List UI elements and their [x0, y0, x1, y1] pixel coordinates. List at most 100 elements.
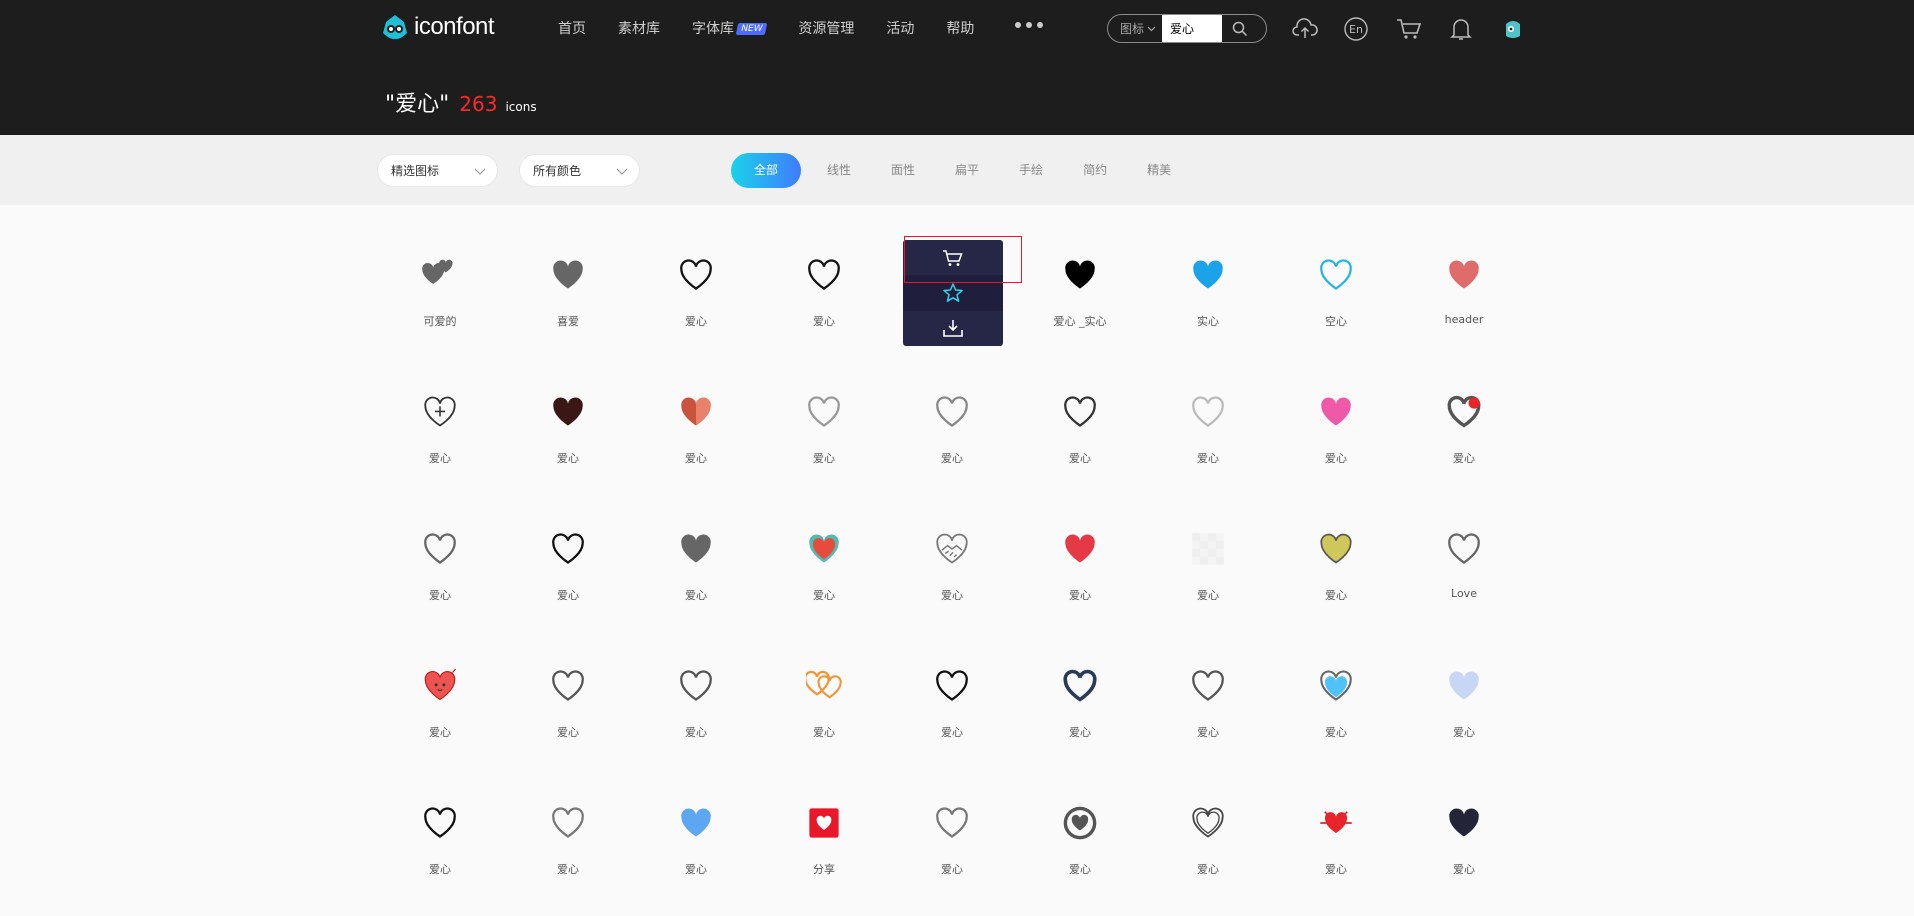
- cart-icon[interactable]: [1394, 14, 1424, 44]
- icon-card[interactable]: 爱心: [1016, 641, 1144, 778]
- icon-label: 爱心: [1197, 452, 1219, 465]
- nav-activity[interactable]: 活动: [886, 18, 914, 38]
- icon-card[interactable]: 爱心: [1144, 367, 1272, 504]
- filter-bar: 精选图标 所有颜色 全部 线性 面性 扁平 手绘 简约 精美: [0, 135, 1914, 205]
- favorite-button[interactable]: [903, 275, 1003, 311]
- tab-flat[interactable]: 扁平: [955, 153, 979, 188]
- icon-card[interactable]: 爱心: [632, 778, 760, 915]
- search-icon: [1232, 21, 1248, 36]
- icon-label: 爱心: [813, 315, 835, 328]
- icon-label: 爱心: [685, 589, 707, 602]
- icon-card[interactable]: header: [1400, 230, 1528, 367]
- icon-card[interactable]: 空心: [1272, 230, 1400, 367]
- tab-all[interactable]: 全部: [731, 153, 801, 188]
- icon-card[interactable]: 爱心: [504, 778, 632, 915]
- nav-library[interactable]: 素材库: [618, 18, 660, 38]
- icon-card[interactable]: 可爱的: [376, 230, 504, 367]
- more-menu-icon[interactable]: [1015, 22, 1043, 28]
- icon-card[interactable]: 爱心: [1016, 367, 1144, 504]
- nav-help[interactable]: 帮助: [946, 18, 974, 38]
- icon-label: 爱心: [685, 452, 707, 465]
- download-button[interactable]: [903, 311, 1003, 346]
- heart-icon: [1062, 394, 1098, 430]
- search-input[interactable]: [1162, 15, 1223, 42]
- heart-icon: [1190, 531, 1226, 567]
- icon-label: Love: [1451, 587, 1477, 600]
- icon-label: 爱心: [1197, 726, 1219, 739]
- icon-card[interactable]: 爱心: [1144, 504, 1272, 641]
- language-en-icon[interactable]: En: [1341, 14, 1371, 44]
- nav-fonts[interactable]: 字体库 NEW: [692, 18, 768, 38]
- icon-card[interactable]: 爱心: [632, 504, 760, 641]
- add-to-cart-button[interactable]: [903, 240, 1003, 275]
- icon-card[interactable]: 爱心: [888, 367, 1016, 504]
- tab-fill[interactable]: 面性: [891, 153, 915, 188]
- search-button[interactable]: [1222, 15, 1258, 42]
- icon-card[interactable]: 爱心: [376, 641, 504, 778]
- icon-card[interactable]: 爱心: [504, 504, 632, 641]
- icon-card[interactable]: 爱心: [1400, 641, 1528, 778]
- icon-card[interactable]: 爱心: [504, 641, 632, 778]
- icon-card[interactable]: 爱心: [760, 504, 888, 641]
- color-filter[interactable]: 所有颜色: [519, 154, 640, 187]
- icon-label: 爱心: [1069, 452, 1091, 465]
- icon-card[interactable]: 爱心: [888, 778, 1016, 915]
- search-result-title: "爱心" 263 icons: [385, 86, 537, 118]
- top-header: iconfont 首页 素材库 字体库NEW 资源管理 活动 帮助 图标 En …: [0, 0, 1914, 135]
- tab-handdrawn[interactable]: 手绘: [1019, 153, 1043, 188]
- nav-home[interactable]: 首页: [558, 18, 586, 38]
- tab-simple[interactable]: 简约: [1083, 153, 1107, 188]
- icon-label: 爱心: [941, 452, 963, 465]
- heart-icon: [806, 531, 842, 567]
- icon-card[interactable]: 爱心: [888, 504, 1016, 641]
- icon-card[interactable]: 爱心: [1144, 641, 1272, 778]
- icon-card[interactable]: 爱心: [888, 641, 1016, 778]
- icon-card[interactable]: 爱心: [1016, 504, 1144, 641]
- style-tabs: 全部 线性 面性 扁平 手绘 简约 精美: [731, 153, 1211, 188]
- icon-card[interactable]: 爱心: [1400, 367, 1528, 504]
- icon-card[interactable]: 爱心: [1016, 778, 1144, 915]
- icon-card[interactable]: 爱心: [760, 641, 888, 778]
- icon-label: 爱心: [941, 863, 963, 876]
- heart-icon: [1062, 805, 1098, 841]
- user-avatar[interactable]: [1498, 14, 1528, 44]
- logo[interactable]: iconfont: [380, 12, 495, 42]
- icon-card[interactable]: 分享: [760, 778, 888, 915]
- icon-card[interactable]: 爱心: [376, 504, 504, 641]
- icon-card[interactable]: 喜爱: [504, 230, 632, 367]
- tab-line[interactable]: 线性: [827, 153, 851, 188]
- icon-card[interactable]: 爱心: [1272, 504, 1400, 641]
- icon-label: 爱心: [685, 863, 707, 876]
- icon-card[interactable]: Love: [1400, 504, 1528, 641]
- icon-card[interactable]: 爱心: [376, 778, 504, 915]
- selection-filter-label: 精选图标: [391, 164, 440, 178]
- icon-card[interactable]: 爱心: [1272, 778, 1400, 915]
- icon-card[interactable]: 实心: [1144, 230, 1272, 367]
- icon-label: 爱心: [1453, 452, 1475, 465]
- icon-card[interactable]: 爱心: [376, 367, 504, 504]
- icon-label: 爱心: [1453, 726, 1475, 739]
- icon-card[interactable]: 爱心: [760, 367, 888, 504]
- bell-icon[interactable]: [1446, 14, 1476, 44]
- search-type-select[interactable]: 图标: [1108, 15, 1162, 42]
- icon-card[interactable]: 爱心: [632, 230, 760, 367]
- icon-card[interactable]: 爱心 _实心: [1016, 230, 1144, 367]
- icon-label: 爱心: [557, 863, 579, 876]
- icon-card[interactable]: 爱心: [1400, 778, 1528, 915]
- icon-label: 爱心: [1197, 589, 1219, 602]
- icon-card[interactable]: 爱心: [1144, 778, 1272, 915]
- tab-fine[interactable]: 精美: [1147, 153, 1171, 188]
- nav-resources[interactable]: 资源管理: [798, 18, 854, 38]
- icon-label: 爱心: [941, 589, 963, 602]
- icon-card[interactable]: 爱心: [760, 230, 888, 367]
- icon-card[interactable]: 爱心: [504, 367, 632, 504]
- icon-card[interactable]: 爱心: [1272, 367, 1400, 504]
- icon-label: 爱心: [557, 726, 579, 739]
- icon-card[interactable]: 爱心: [632, 641, 760, 778]
- heart-icon: [422, 531, 458, 567]
- icon-card[interactable]: 爱心: [632, 367, 760, 504]
- upload-cloud-icon[interactable]: [1290, 14, 1320, 44]
- icon-label: 爱心: [813, 726, 835, 739]
- selection-filter[interactable]: 精选图标: [377, 154, 498, 187]
- icon-card[interactable]: 爱心: [1272, 641, 1400, 778]
